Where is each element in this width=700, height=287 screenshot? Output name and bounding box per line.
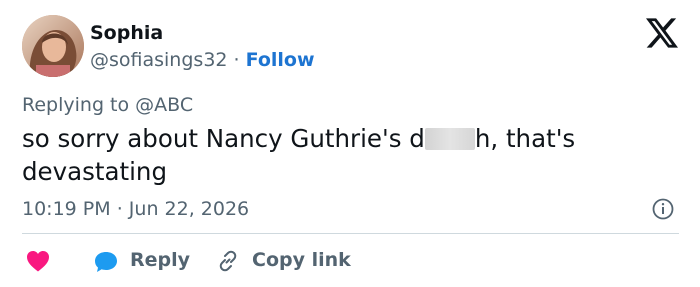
- divider: [22, 233, 679, 234]
- x-logo-icon[interactable]: [646, 18, 678, 48]
- author-handle[interactable]: @sofiasings32: [90, 49, 228, 71]
- tweet-timestamp[interactable]: 10:19 PM · Jun 22, 2026: [22, 196, 249, 222]
- avatar[interactable]: [22, 15, 84, 77]
- author-name[interactable]: Sophia: [90, 20, 163, 46]
- heart-icon[interactable]: [26, 250, 50, 272]
- info-icon[interactable]: [651, 197, 675, 221]
- reply-context: Replying to @ABC: [22, 94, 194, 116]
- link-icon[interactable]: [216, 249, 240, 273]
- blurred-word: [424, 128, 475, 150]
- tweet-card: Sophia @sofiasings32 · Follow Replying t…: [0, 0, 700, 287]
- copy-link-button[interactable]: Copy link: [252, 247, 351, 273]
- tweet-time: 10:19 PM: [22, 198, 111, 220]
- tweet-text: so sorry about Nancy Guthrie's d h, that'…: [22, 122, 662, 188]
- author-handle-row: @sofiasings32 · Follow: [90, 47, 315, 73]
- reply-button[interactable]: Reply: [130, 247, 190, 273]
- handle-separator: ·: [233, 49, 240, 71]
- reply-bubble-icon[interactable]: [93, 250, 119, 274]
- timestamp-separator: ·: [116, 198, 123, 220]
- tweet-text-before: so sorry about Nancy Guthrie's d: [22, 124, 425, 153]
- tweet-date: Jun 22, 2026: [128, 198, 250, 220]
- follow-button[interactable]: Follow: [246, 49, 315, 71]
